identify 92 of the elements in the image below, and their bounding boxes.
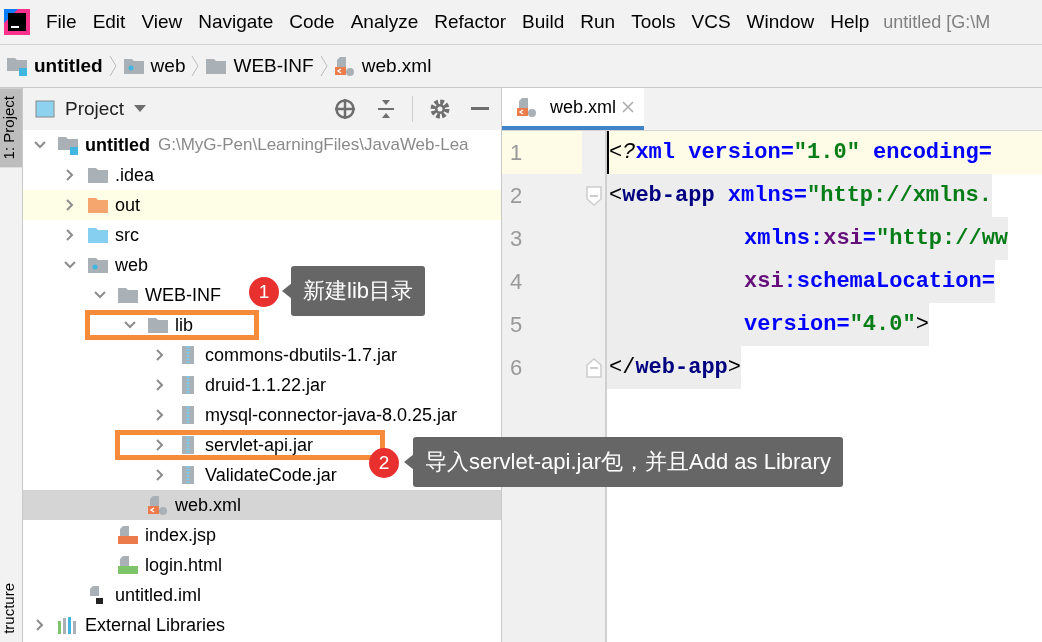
menu-item[interactable]: Window — [738, 11, 823, 33]
menu-item[interactable]: Edit — [84, 11, 134, 33]
tree-item[interactable]: ValidateCode.jar — [153, 460, 337, 490]
window-icon — [35, 100, 55, 118]
tree-item-label: mysql-connector-java-8.0.25.jar — [205, 404, 458, 426]
breadcrumb-item[interactable]: WEB-INF — [233, 55, 314, 77]
xml-file-icon — [147, 495, 169, 515]
folder-icon — [87, 226, 109, 244]
caret-down-icon[interactable] — [134, 105, 147, 113]
tree-item-label: login.html — [145, 554, 223, 576]
folder-icon — [117, 286, 139, 304]
tree-item-label: .idea — [115, 164, 155, 186]
jsp-file-icon — [117, 525, 139, 545]
project-path: G:\MyG-Pen\LearningFiles\JavaWeb-Lea — [158, 135, 469, 155]
tree-item-label: src — [115, 224, 139, 246]
tree-item[interactable]: druid-1.1.22.jar — [153, 370, 327, 400]
tree-item[interactable]: mysql-connector-java-8.0.25.jar — [153, 400, 458, 430]
tree-item-label: index.jsp — [145, 524, 217, 546]
tree-item-label: ValidateCode.jar — [205, 464, 337, 486]
side-tab[interactable]: 1: Project — [0, 88, 22, 168]
panel-title[interactable]: Project — [65, 98, 125, 120]
tree-item[interactable]: External Libraries — [33, 610, 226, 640]
callout-text: 新建lib目录 — [291, 266, 425, 316]
breadcrumb-item[interactable]: web.xml — [361, 55, 432, 77]
menu-item[interactable]: File — [38, 11, 85, 33]
breadcrumb-item[interactable]: web — [150, 55, 186, 77]
menu-item[interactable]: VCS — [683, 11, 739, 33]
folder-icon — [205, 57, 228, 75]
close-icon[interactable] — [622, 101, 634, 113]
folder-icon — [87, 166, 109, 184]
folder-icon — [87, 256, 109, 274]
html-file-icon — [117, 555, 139, 575]
tree-item[interactable]: src — [63, 220, 139, 250]
menu-item[interactable]: Run — [572, 11, 624, 33]
tree-item[interactable]: web — [63, 250, 149, 280]
tree-item[interactable]: .idea — [63, 160, 155, 190]
line-number: 3 — [509, 224, 524, 253]
line-number: 5 — [509, 310, 524, 339]
tree-item-label: lib — [175, 314, 193, 336]
tree-item-label: untitled.iml — [115, 584, 202, 606]
menu-item[interactable]: View — [133, 11, 191, 33]
menu-item[interactable]: Analyze — [342, 11, 427, 33]
tree-item[interactable]: lib — [123, 310, 193, 340]
editor-tab[interactable]: web.xml — [502, 88, 644, 130]
breadcrumb-item[interactable]: untitled — [34, 55, 103, 77]
menu-item[interactable]: Refactor — [426, 11, 515, 33]
tree-item-label: commons-dbutils-1.7.jar — [205, 344, 398, 366]
tree-item-label: WEB-INF — [145, 284, 221, 306]
window-title: untitled [G:\M — [882, 11, 991, 33]
tree-item-label: servlet-api.jar — [205, 434, 314, 456]
tree-item[interactable]: index.jsp — [93, 520, 217, 550]
folder-icon — [87, 196, 109, 214]
tree-item-label: untitled — [85, 134, 150, 156]
menu-item[interactable]: Navigate — [190, 11, 282, 33]
folder-icon — [147, 316, 169, 334]
line-number: 4 — [509, 267, 524, 296]
menu-item[interactable]: Code — [281, 11, 343, 33]
chevron-right-icon — [108, 54, 117, 78]
tree-item-label: web — [115, 254, 149, 276]
line-number: 6 — [509, 353, 524, 382]
app-logo — [4, 9, 30, 35]
folder-icon — [122, 57, 145, 75]
tree-item-label: External Libraries — [85, 614, 226, 636]
line-number: 1 — [502, 131, 582, 174]
tree-item-label: druid-1.1.22.jar — [205, 374, 327, 396]
tree-item[interactable]: login.html — [93, 550, 223, 580]
tree-item-label: web.xml — [175, 494, 241, 516]
menu-item[interactable]: Help — [822, 11, 878, 33]
chevron-right-icon — [319, 54, 328, 78]
menu-item[interactable]: Tools — [623, 11, 684, 33]
libraries-icon — [57, 615, 79, 635]
tree-item[interactable]: servlet-api.jar — [153, 430, 314, 460]
tree-item[interactable]: untitled G:\MyG-Pen\LearningFiles\JavaWeb-Lea — [33, 130, 469, 160]
tree-item-label: out — [115, 194, 141, 216]
xml-file-icon — [333, 56, 356, 76]
side-tab[interactable]: tructure — [0, 575, 22, 642]
line-number: 2 — [509, 181, 524, 210]
tree-item[interactable]: WEB-INF — [93, 280, 221, 310]
callout-text: 导入servlet-api.jar包，并且Add as Library — [413, 437, 843, 487]
menu-item[interactable]: Build — [514, 11, 573, 33]
tree-item[interactable]: commons-dbutils-1.7.jar — [153, 340, 398, 370]
tree-item[interactable]: out — [63, 190, 141, 220]
tree-item[interactable]: web.xml — [123, 490, 241, 520]
chevron-right-icon — [191, 54, 200, 78]
locate-icon[interactable] — [334, 98, 356, 120]
collapse-icon[interactable] — [376, 98, 396, 120]
tree-item[interactable]: untitled.iml — [63, 580, 202, 610]
settings-icon[interactable] — [429, 98, 451, 120]
module-icon — [6, 56, 28, 76]
xml-file-icon — [516, 97, 538, 117]
module-icon — [57, 135, 79, 155]
minimize-icon[interactable] — [471, 107, 489, 111]
